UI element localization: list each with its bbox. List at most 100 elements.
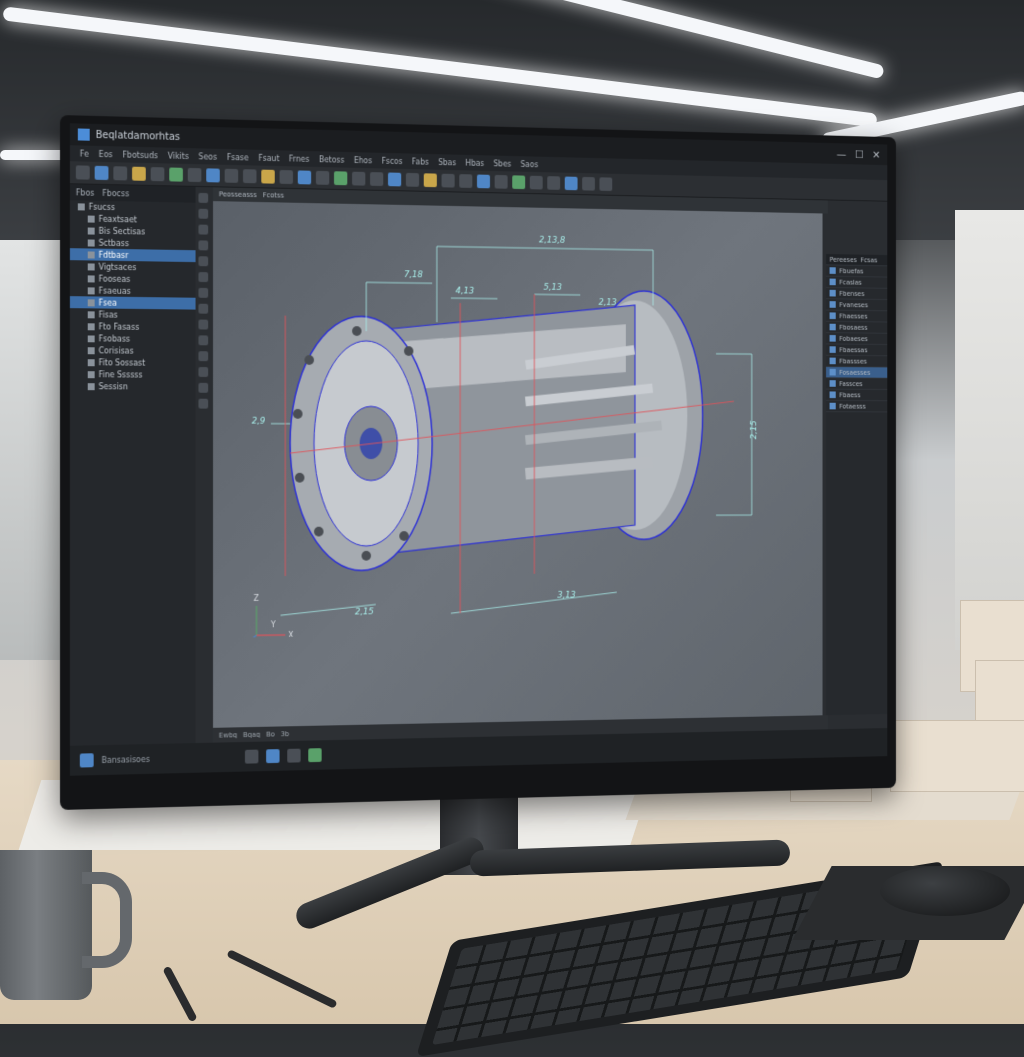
toolbar-button-icon[interactable]	[132, 167, 146, 181]
toolbar-button-icon[interactable]	[442, 174, 455, 188]
app-icon[interactable]	[287, 749, 300, 763]
toolbar-button-icon[interactable]	[280, 170, 293, 184]
app-icon[interactable]	[245, 750, 258, 764]
property-row[interactable]: Fassces	[826, 378, 887, 390]
toolbar-button-icon[interactable]	[95, 166, 109, 180]
menu-item[interactable]: Betoss	[319, 155, 344, 164]
tree-item[interactable]: Fsobass	[70, 332, 196, 345]
menu-item[interactable]: Vikits	[168, 151, 189, 160]
toolbar-button-icon[interactable]	[298, 170, 311, 184]
property-row[interactable]: Fotaesss	[826, 401, 887, 413]
toolbar-button-icon[interactable]	[243, 169, 256, 183]
tool-icon[interactable]	[198, 320, 208, 330]
toolbar-button-icon[interactable]	[334, 171, 347, 185]
tool-icon[interactable]	[198, 272, 208, 282]
tab-features[interactable]: Fbos	[76, 188, 95, 197]
property-row[interactable]: Fhaesses	[826, 310, 887, 322]
tool-icon[interactable]	[198, 193, 208, 203]
toolbar-button-icon[interactable]	[316, 171, 329, 185]
toolbar-button-icon[interactable]	[547, 176, 560, 190]
tree-item[interactable]: Corisisas	[70, 344, 196, 357]
tab-views[interactable]: Fcotss	[263, 191, 284, 199]
tool-icon[interactable]	[198, 367, 208, 377]
tree-item-label: Fisas	[99, 310, 118, 319]
menu-item[interactable]: Eos	[99, 149, 113, 158]
toolbar-button-icon[interactable]	[370, 172, 383, 186]
toolbar-button-icon[interactable]	[582, 177, 595, 191]
tool-icon[interactable]	[198, 209, 208, 219]
property-row[interactable]: Fcaslas	[826, 277, 887, 289]
tool-icon[interactable]	[198, 351, 208, 361]
tool-icon[interactable]	[198, 256, 208, 266]
tree-item[interactable]: Fine Ssssss	[70, 368, 196, 381]
menu-item[interactable]: Fe	[80, 149, 89, 158]
property-row[interactable]: Fbassses	[826, 356, 887, 368]
property-row[interactable]: Fbuefas	[826, 265, 887, 277]
status-item: Ewbq	[219, 731, 237, 739]
menu-item[interactable]: Saos	[521, 160, 539, 169]
toolbar-button-icon[interactable]	[76, 165, 90, 179]
toolbar-button-icon[interactable]	[169, 167, 183, 181]
feature-icon	[88, 215, 95, 222]
tool-icon[interactable]	[198, 225, 208, 235]
property-row[interactable]: Fbaess	[826, 390, 887, 402]
maximize-button[interactable]: ☐	[855, 148, 864, 160]
menu-item[interactable]: Fabs	[412, 157, 429, 166]
menu-item[interactable]: Ehos	[354, 156, 372, 165]
property-row[interactable]: Fosaesses	[826, 367, 887, 379]
app-icon[interactable]	[308, 748, 321, 762]
minimize-button[interactable]: —	[837, 147, 847, 159]
toolbar-button-icon[interactable]	[206, 168, 220, 182]
toolbar-button-icon[interactable]	[261, 170, 274, 184]
toolbar-button-icon[interactable]	[565, 177, 578, 191]
tool-icon[interactable]	[198, 335, 208, 345]
toolbar-button-icon[interactable]	[599, 177, 612, 191]
tool-icon[interactable]	[198, 304, 208, 314]
property-row[interactable]: Fvaneses	[826, 299, 887, 311]
toolbar-button-icon[interactable]	[188, 168, 202, 182]
toolbar-button-icon[interactable]	[113, 166, 127, 180]
toolbar-button-icon[interactable]	[225, 169, 239, 183]
3d-viewport[interactable]: 2,13,8 7,18 4,13 5,13 2,13 2,9 2,15 3,13…	[213, 201, 823, 728]
toolbar-button-icon[interactable]	[388, 172, 401, 186]
side-icon-strip	[196, 187, 212, 743]
tab-fields[interactable]: Fcsas	[860, 256, 877, 264]
menu-item[interactable]: Hbas	[465, 158, 484, 167]
tree-item[interactable]: Sessisn	[70, 380, 196, 393]
menu-item[interactable]: Fsaut	[258, 153, 279, 162]
toolbar-button-icon[interactable]	[406, 173, 419, 187]
toolbar-button-icon[interactable]	[352, 172, 365, 186]
menu-item[interactable]: Sbes	[493, 159, 511, 168]
tool-icon[interactable]	[198, 399, 208, 409]
toolbar-button-icon[interactable]	[512, 175, 525, 189]
property-row[interactable]: Fbosaess	[826, 322, 887, 334]
tree-item[interactable]: Fito Sossast	[70, 356, 196, 369]
toolbar-button-icon[interactable]	[424, 173, 437, 187]
menu-item[interactable]: Fsase	[227, 153, 249, 162]
toolbar-button-icon[interactable]	[530, 176, 543, 190]
toolbar-button-icon[interactable]	[495, 175, 508, 189]
property-row[interactable]: Fbaessas	[826, 344, 887, 356]
tool-icon[interactable]	[198, 288, 208, 298]
menu-item[interactable]: Frnes	[289, 154, 309, 163]
menu-item[interactable]: Sbas	[438, 158, 456, 167]
menu-item[interactable]: Fscos	[382, 156, 403, 165]
menu-item[interactable]: Fbotsuds	[122, 150, 157, 160]
tool-icon[interactable]	[198, 240, 208, 250]
toolbar-button-icon[interactable]	[459, 174, 472, 188]
toolbar-button-icon[interactable]	[477, 175, 490, 189]
property-label: Fobaeses	[839, 335, 868, 343]
status-item: 3b	[281, 730, 290, 738]
property-row[interactable]: Fbenses	[826, 288, 887, 300]
toolbar-button-icon[interactable]	[151, 167, 165, 181]
app-icon[interactable]	[266, 749, 279, 763]
tool-icon[interactable]	[198, 383, 208, 393]
tab-properties[interactable]: Fbocss	[102, 188, 129, 198]
tab-model[interactable]: Peosseasss	[219, 190, 257, 199]
property-row[interactable]: Fobaeses	[826, 333, 887, 345]
tab-properties-right[interactable]: Pereeses	[830, 255, 857, 263]
feature-icon	[88, 359, 95, 366]
menu-item[interactable]: Seos	[199, 152, 217, 161]
start-icon[interactable]	[80, 753, 94, 767]
close-button[interactable]: ✕	[872, 148, 880, 160]
